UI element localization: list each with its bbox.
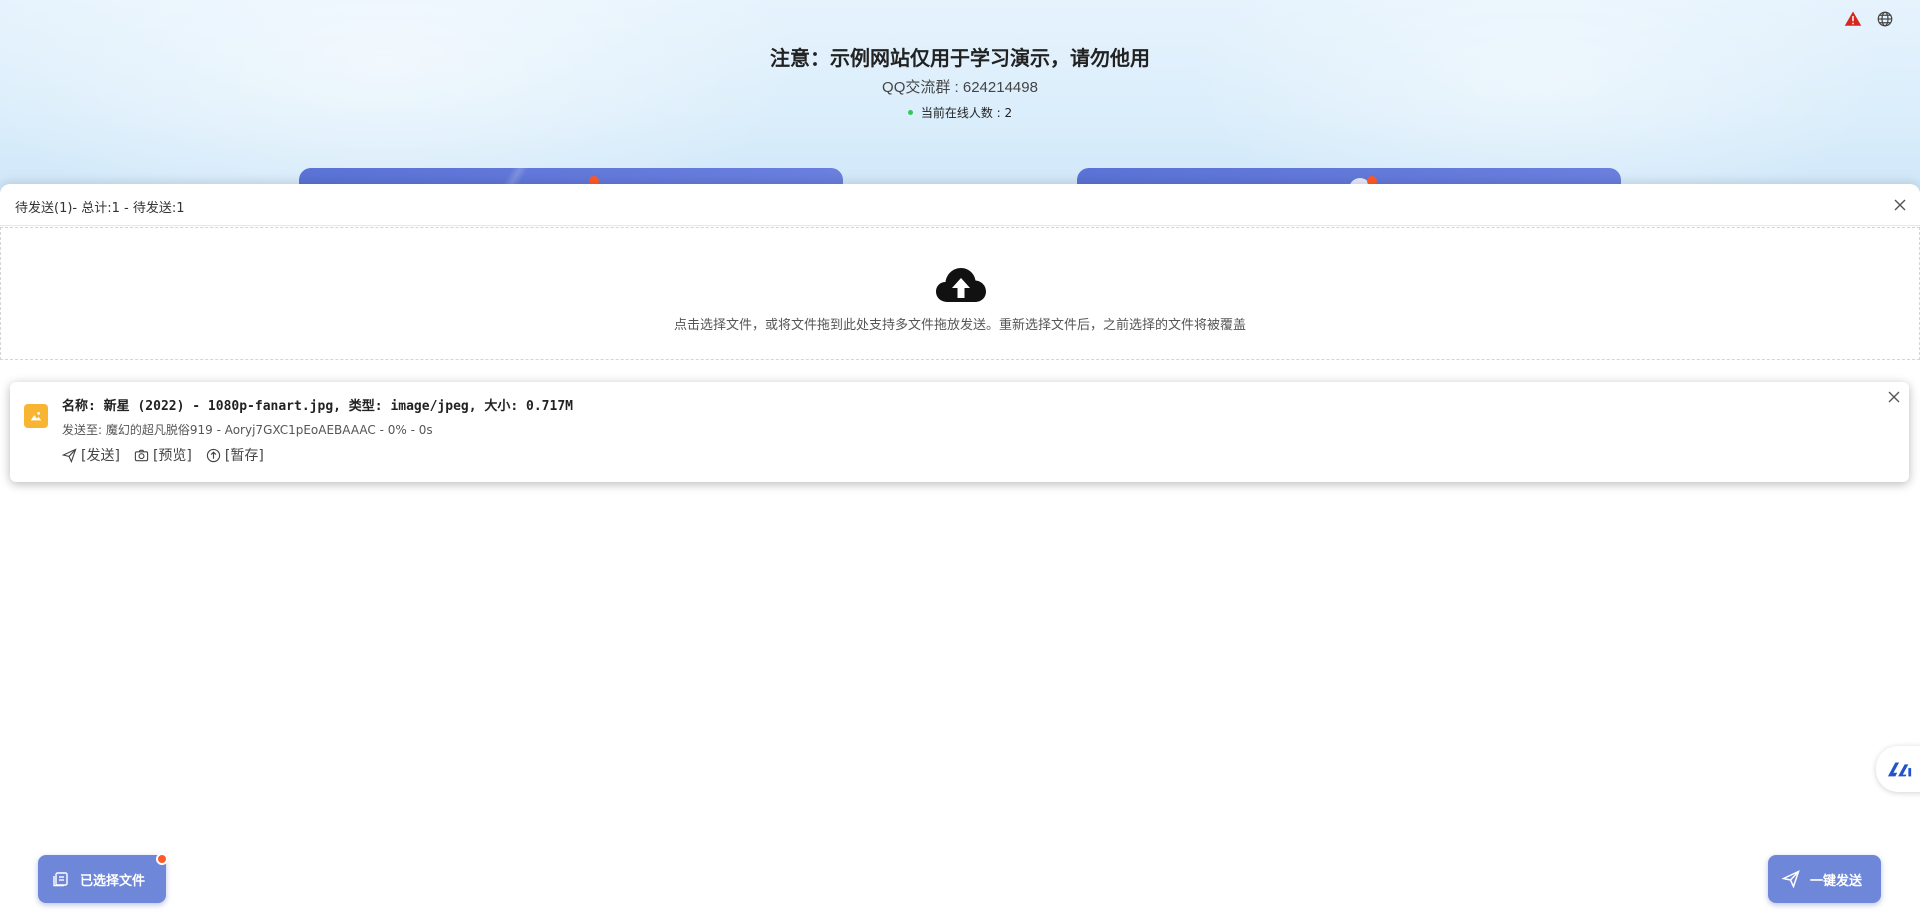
file-name-info: 名称: 新星 (2022) - 1080p-fanart.jpg, 类型: im… [62, 399, 573, 414]
panel-title: 待发送(1)- 总计:1 - 待发送:1 [15, 201, 185, 216]
send-file-label: [发送] [81, 448, 120, 464]
selected-files-badge [156, 853, 168, 865]
files-icon [53, 872, 68, 887]
qq-group-text: QQ交流群 : 624214498 [882, 79, 1038, 96]
side-logo-button[interactable] [1876, 746, 1920, 792]
send-file-button[interactable]: [发送] [62, 445, 120, 465]
file-item: 名称: 新星 (2022) - 1080p-fanart.jpg, 类型: im… [10, 382, 1909, 482]
camera-icon [134, 449, 149, 461]
pause-file-label: [暂存] [224, 448, 264, 464]
file-target-info: 发送至: 魔幻的超凡脱俗919 - Aoryj7GXC1pEoAEBAAAC -… [62, 423, 433, 437]
pending-send-panel: 待发送(1)- 总计:1 - 待发送:1 点击选择文件，或将文件拖到此处支持多文… [0, 184, 1920, 919]
pause-file-button[interactable]: [暂存] [206, 445, 264, 465]
selected-files-button[interactable]: 已选择文件 [38, 853, 168, 903]
send-icon [62, 447, 77, 463]
page-header: 注意：示例网站仅用于学习演示，请勿他用 QQ交流群 : 624214498 当前… [0, 0, 1920, 208]
warning-icon[interactable] [1844, 10, 1862, 28]
selected-files-label: 已选择文件 [80, 873, 146, 889]
file-actions: [发送] [预览] [暂存] [62, 445, 264, 465]
upload-circle-icon [206, 448, 221, 462]
close-icon[interactable] [1892, 197, 1908, 213]
notice-title: 注意：示例网站仅用于学习演示，请勿他用 [770, 46, 1150, 70]
online-count-text: 当前在线人数 : 2 [920, 106, 1013, 120]
online-count: 当前在线人数 : 2 [0, 104, 1920, 121]
online-status-dot [907, 110, 913, 115]
cloud-upload-icon [936, 268, 986, 302]
preview-file-label: [预览] [152, 448, 192, 464]
logo-icon [1887, 762, 1912, 777]
send-all-label: 一键发送 [1810, 873, 1863, 889]
panel-header: 待发送(1)- 总计:1 - 待发送:1 [0, 184, 1920, 226]
file-dropzone[interactable]: 点击选择文件，或将文件拖到此处支持多文件拖放发送。重新选择文件后，之前选择的文件… [0, 227, 1920, 360]
send-icon [1782, 870, 1800, 888]
close-icon[interactable] [1887, 390, 1901, 404]
image-icon [24, 404, 48, 428]
preview-file-button[interactable]: [预览] [134, 445, 192, 465]
globe-icon[interactable] [1876, 10, 1894, 28]
dropzone-hint: 点击选择文件，或将文件拖到此处支持多文件拖放发送。重新选择文件后，之前选择的文件… [673, 318, 1246, 333]
send-all-button[interactable]: 一键发送 [1768, 855, 1881, 903]
